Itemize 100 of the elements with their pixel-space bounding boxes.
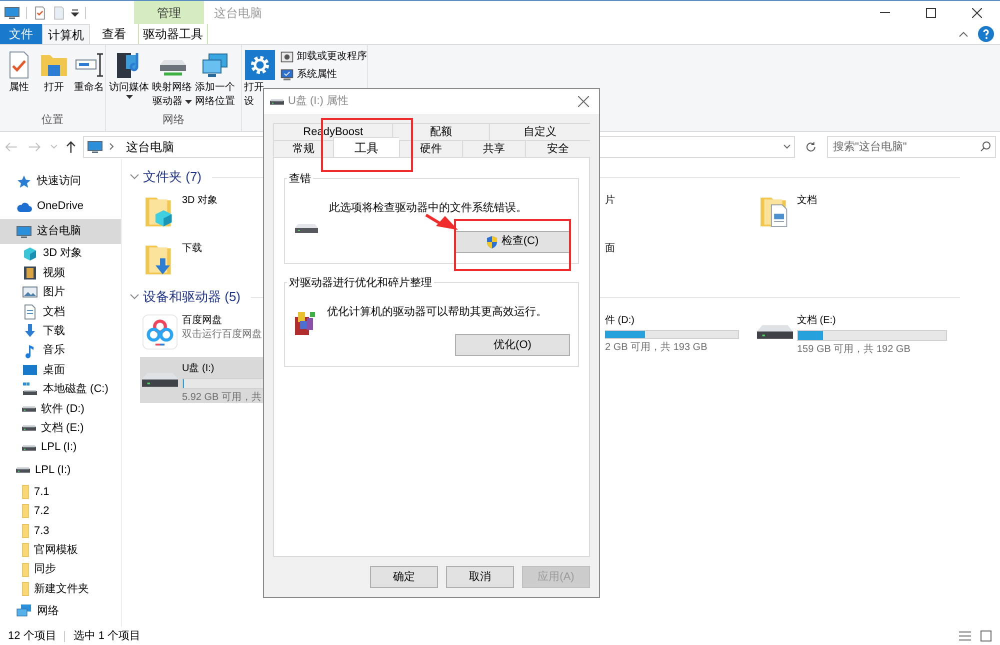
star-icon [16, 174, 32, 190]
caret-icon [126, 95, 132, 99]
close-icon [578, 96, 588, 107]
item-tile[interactable]: U盘 (I:) 5.92 GB 可用，共 [140, 357, 263, 403]
collapse-caret-icon[interactable] [130, 174, 139, 180]
dialog-title: U盘 (I:) 属性 [288, 94, 348, 110]
large-icons-view-icon[interactable] [980, 630, 992, 642]
nav-item[interactable]: 网络 [0, 598, 121, 624]
dropdown-icon[interactable] [71, 8, 79, 16]
network-icon [16, 603, 32, 620]
optimize-button[interactable]: 优化(O) [455, 334, 570, 356]
cube-icon [22, 246, 38, 262]
dialog-tab[interactable]: 硬件 [399, 140, 462, 157]
dialog-tab[interactable]: 配额 [392, 123, 489, 140]
collapse-caret-icon[interactable] [959, 31, 968, 37]
item-tile[interactable]: 文档 (E:) 159 GB 可用，共 192 GB [755, 309, 990, 355]
nav-item[interactable]: LPL (I:) [0, 457, 121, 482]
nav-item[interactable]: 3D 对象 [0, 244, 121, 264]
dialog-button[interactable]: 确定 [370, 566, 438, 588]
nav-item[interactable]: 这台电脑 [0, 219, 121, 244]
drive-icon [142, 373, 178, 387]
dialog-tab[interactable]: 自定义 [488, 123, 590, 140]
group-description: 此选项将检查驱动器中的文件系统错误。 [329, 200, 528, 216]
drive-icon [22, 444, 36, 451]
ribbon-small-button[interactable]: 系统属性 [280, 67, 367, 82]
ribbon-button[interactable]: 映射网络 驱动器 [151, 49, 193, 112]
context-tab-group: 管理 [134, 1, 204, 24]
section-header[interactable]: 设备和驱动器 (5) [143, 287, 240, 307]
refresh-icon[interactable] [805, 140, 817, 152]
program-box-icon [280, 50, 294, 64]
monitor-icon [16, 224, 32, 240]
ribbon-button[interactable]: 重命名 [72, 49, 106, 112]
item-tile[interactable]: 片 [605, 189, 755, 235]
item-tile[interactable]: 下载 [140, 237, 263, 283]
ribbon-button[interactable]: 添加一个 网络位置 [194, 49, 236, 112]
folder-icon [22, 543, 29, 558]
up-arrow-icon[interactable] [65, 140, 78, 154]
monitor-icon [4, 4, 20, 20]
chevron-icon [109, 143, 114, 150]
help-icon[interactable] [978, 26, 994, 42]
section-header[interactable]: 文件夹 (7) [143, 167, 202, 187]
nav-item[interactable]: LPL (I:) [0, 438, 121, 458]
drive-icon [22, 406, 36, 412]
ribbon-tab[interactable]: 文件 [0, 24, 42, 44]
drive-icon [270, 98, 284, 104]
folder-icon [22, 562, 29, 577]
ribbon-tab[interactable]: 计算机 [42, 24, 90, 44]
monitor-icon [87, 138, 104, 154]
drive-icon [16, 466, 30, 473]
nav-item[interactable]: 桌面 [0, 360, 121, 380]
ribbon-button[interactable]: 访问媒体 [108, 49, 150, 112]
ribbon-button[interactable]: 属性 [2, 49, 36, 112]
nav-item[interactable]: 视频 [0, 263, 121, 283]
nav-item[interactable]: 下载 [0, 322, 121, 341]
dropdown-caret-icon[interactable] [783, 144, 792, 150]
download-arrow-icon [22, 323, 38, 340]
nav-item[interactable]: 同步 [0, 560, 121, 580]
document-icon [22, 304, 38, 320]
dialog-button[interactable]: 取消 [446, 566, 514, 588]
details-view-icon[interactable] [958, 630, 972, 642]
ribbon-button[interactable]: 打开 [37, 49, 71, 112]
window-title: 这台电脑 [214, 4, 262, 22]
dialog-tab[interactable]: 工具 [332, 137, 400, 157]
nav-item[interactable]: 音乐 [0, 340, 121, 360]
minimize-icon [880, 12, 890, 13]
ribbon-group-label: 网络 [162, 112, 186, 128]
nav-item[interactable]: 7.3 [0, 521, 121, 540]
item-tile[interactable]: 件 (D:) 2 GB 可用，共 193 GB [605, 309, 755, 355]
folder-icon [22, 504, 29, 518]
collapse-caret-icon[interactable] [130, 294, 139, 300]
check-button[interactable]: 检查(C) [455, 230, 570, 252]
search-icon [980, 141, 991, 152]
checked-document-icon[interactable] [33, 6, 47, 20]
nav-item[interactable]: 本地磁盘 (C:) [0, 380, 121, 400]
item-tile[interactable]: 面 [605, 237, 755, 283]
nav-item[interactable]: 文档 [0, 302, 121, 322]
nav-item[interactable]: 7.1 [0, 482, 121, 502]
item-tile[interactable]: 百度网盘 双击运行百度网盘 [140, 309, 263, 355]
dialog-tab[interactable]: 共享 [462, 140, 526, 157]
ribbon-group-label: 位置 [40, 112, 64, 128]
drive-icon [22, 425, 36, 432]
nav-item[interactable]: 文档 (E:) [0, 418, 121, 438]
nav-item[interactable]: 新建文件夹 [0, 579, 121, 599]
drive-icon [757, 325, 793, 339]
dialog-tab[interactable]: 安全 [525, 140, 590, 157]
ribbon-small-button[interactable]: 卸载或更改程序 [280, 49, 367, 64]
nav-item[interactable]: 官网模板 [0, 540, 121, 560]
nav-item[interactable]: 软件 (D:) [0, 399, 121, 419]
search-field[interactable]: 搜索"这台电脑" [826, 136, 996, 158]
shield-icon [486, 234, 498, 248]
nav-item[interactable]: 快速访问 [0, 169, 121, 194]
folder-icon [22, 524, 29, 538]
caret-icon [184, 100, 192, 104]
nav-item[interactable]: OneDrive [0, 194, 121, 219]
item-tile[interactable]: 3D 对象 [140, 189, 263, 235]
ribbon-tab[interactable]: 驱动器工具 [138, 24, 208, 44]
item-tile[interactable]: 文档 [755, 189, 990, 235]
nav-item[interactable]: 7.2 [0, 502, 121, 522]
dialog-tab[interactable]: 常规 [273, 140, 333, 157]
nav-item[interactable]: 图片 [0, 282, 121, 302]
